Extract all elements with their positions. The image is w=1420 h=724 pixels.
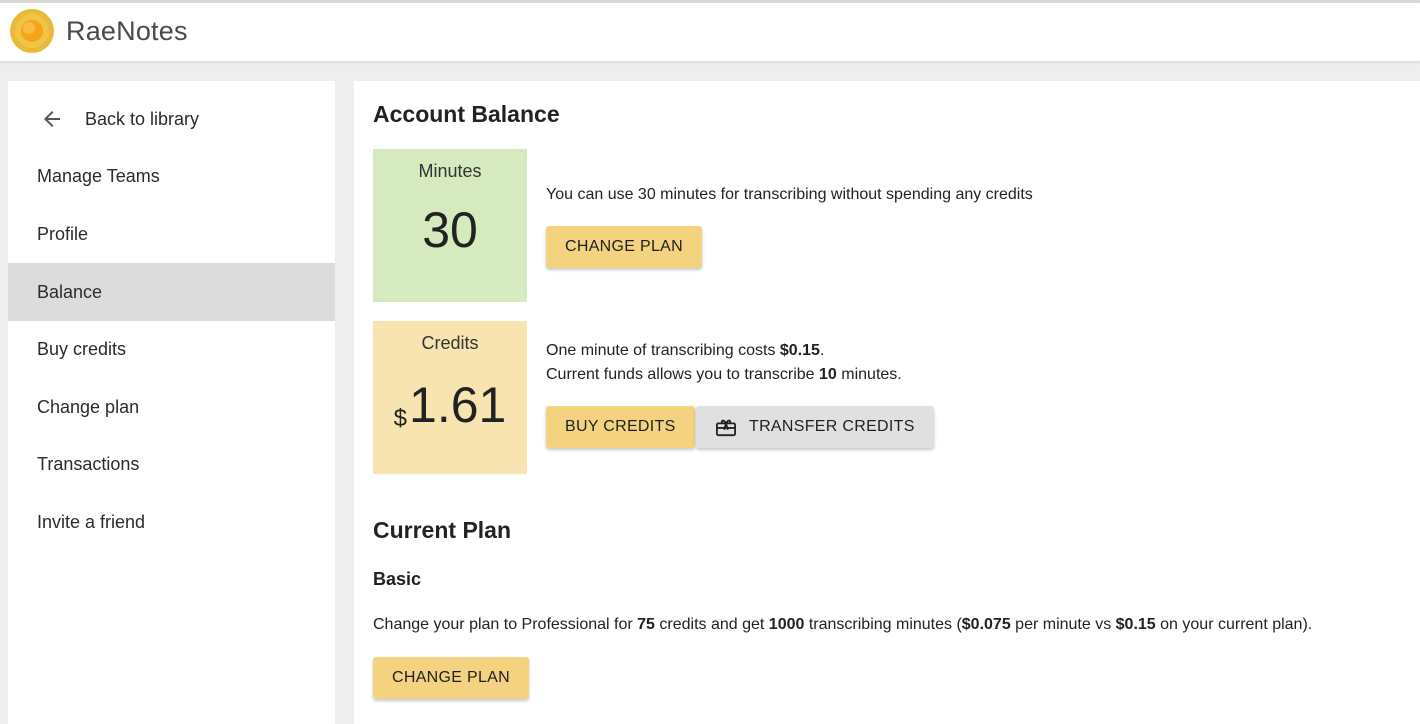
desc-part: Change your plan to Professional for — [373, 616, 638, 633]
change-plan-button-bottom[interactable]: CHANGE PLAN — [373, 657, 529, 699]
gift-card-icon — [716, 419, 736, 437]
app-title: RaeNotes — [66, 16, 188, 46]
sidebar-item-profile[interactable]: Profile — [8, 205, 335, 263]
sidebar: Back to library Manage Teams Profile Bal… — [8, 81, 335, 724]
current-plan-title: Current Plan — [373, 517, 512, 543]
minutes-description: You can use 30 minutes for transcribing … — [546, 186, 1033, 203]
plan-upgrade-description: Change your plan to Professional for 75 … — [373, 616, 1312, 634]
sidebar-item-buy-credits[interactable]: Buy credits — [8, 320, 335, 378]
sidebar-item-balance[interactable]: Balance — [8, 263, 335, 321]
sidebar-item-label: Change plan — [37, 396, 140, 417]
change-plan-button-top[interactable]: CHANGE PLAN — [546, 226, 702, 268]
app-header: RaeNotes — [0, 3, 1420, 62]
sidebar-item-label: Invite a friend — [37, 511, 146, 532]
desc-part: credits and get — [654, 616, 769, 633]
sidebar-item-invite-friend[interactable]: Invite a friend — [8, 493, 335, 551]
cost-per-minute: $0.15 — [779, 342, 820, 359]
sidebar-item-transactions[interactable]: Transactions — [8, 435, 335, 493]
transfer-credits-button[interactable]: TRANSFER CREDITS — [696, 406, 934, 448]
sidebar-item-label: Profile — [37, 223, 89, 244]
desc-part: on your current plan). — [1155, 616, 1313, 633]
account-balance-title: Account Balance — [373, 101, 560, 127]
funds-minutes-count: 10 — [819, 366, 837, 383]
currency-symbol: $ — [393, 405, 408, 432]
pro-price: $0.075 — [961, 616, 1011, 633]
sidebar-item-label: Manage Teams — [37, 165, 160, 186]
desc-part: per minute vs — [1010, 616, 1116, 633]
current-price: $0.15 — [1115, 616, 1156, 633]
sidebar-item-change-plan[interactable]: Change plan — [8, 378, 335, 436]
plan-name: Basic — [373, 569, 422, 589]
minutes-value: 30 — [422, 202, 478, 258]
transfer-credits-label: TRANSFER CREDITS — [749, 418, 915, 435]
credits-label: Credits — [421, 333, 479, 353]
cost-line-prefix: One minute of transcribing costs — [546, 342, 780, 359]
credits-funds-line: Current funds allows you to transcribe 1… — [546, 366, 902, 384]
credits-cost-line: One minute of transcribing costs $0.15. — [546, 342, 824, 360]
minutes-label: Minutes — [418, 161, 482, 181]
minutes-tile: Minutes 30 — [373, 149, 527, 302]
buy-credits-button[interactable]: BUY CREDITS — [546, 406, 695, 448]
arrow-left-icon — [44, 111, 60, 127]
credits-tile: Credits $1.61 — [373, 321, 527, 474]
desc-part: transcribing minutes ( — [804, 616, 962, 633]
upgrade-minutes: 1000 — [768, 616, 805, 633]
credits-amount: $1.61 — [373, 376, 527, 434]
raenotes-logo-icon — [10, 9, 54, 53]
main-content: Account Balance Minutes 30 You can use 3… — [354, 81, 1420, 724]
sidebar-item-manage-teams[interactable]: Manage Teams — [8, 147, 335, 205]
funds-line-suffix: minutes. — [836, 366, 902, 383]
sidebar-item-label: Balance — [37, 281, 103, 302]
credits-value: 1.61 — [409, 377, 507, 433]
upgrade-credits: 75 — [637, 616, 655, 633]
back-to-library-link[interactable]: Back to library — [8, 90, 335, 148]
cost-line-suffix: . — [819, 342, 825, 359]
funds-line-prefix: Current funds allows you to transcribe — [546, 366, 820, 383]
sidebar-item-label: Buy credits — [37, 338, 127, 359]
sidebar-item-label: Transactions — [37, 453, 140, 474]
back-label: Back to library — [85, 108, 200, 129]
